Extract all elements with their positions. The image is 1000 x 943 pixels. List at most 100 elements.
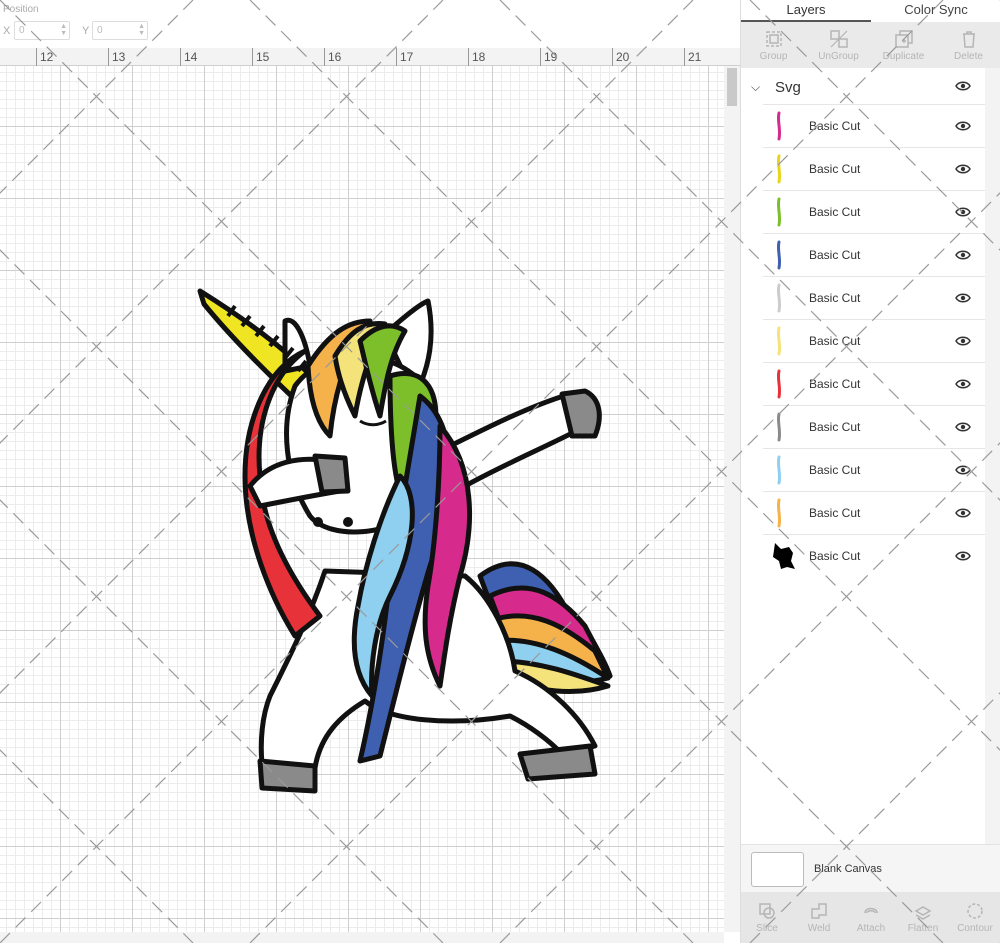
tool-label: Weld <box>807 923 831 934</box>
eye-icon[interactable] <box>955 292 971 304</box>
position-x-input[interactable]: 0 ▲ ▼ <box>14 21 70 40</box>
layer-row[interactable]: Basic Cut <box>763 147 985 190</box>
flatten-icon <box>914 906 932 920</box>
layer-thumbnail <box>776 240 782 270</box>
tool-label: Flatten <box>907 923 939 934</box>
tab-layers[interactable]: Layers <box>741 0 871 22</box>
tool-label: Delete <box>954 50 983 62</box>
unicorn-artwork[interactable] <box>190 276 620 796</box>
blank-canvas-label: Blank Canvas <box>814 863 882 875</box>
eye-icon[interactable] <box>955 550 971 562</box>
tool-label: UnGroup <box>818 50 859 62</box>
layer-thumbnail <box>776 455 782 485</box>
delete-button[interactable]: Delete <box>939 29 999 62</box>
layer-row[interactable]: Basic Cut <box>763 276 985 319</box>
attach-button[interactable]: Attach <box>846 901 896 934</box>
eye-icon[interactable] <box>955 421 971 433</box>
ruler-tick-label: 17 <box>400 50 414 64</box>
layer-thumbnail <box>776 498 782 528</box>
layer-row[interactable]: Basic Cut <box>763 190 985 233</box>
tab-color-sync[interactable]: Color Sync <box>871 0 1000 22</box>
layer-thumbnail <box>773 543 795 569</box>
layer-row[interactable]: Basic Cut <box>763 362 985 405</box>
layer-row[interactable]: Basic Cut <box>763 534 985 577</box>
contour-button[interactable]: Contour <box>950 901 1000 934</box>
ruler-tick-label: 19 <box>544 50 558 64</box>
layers-panel: Layers Color Sync Group UnGroup Duplicate De… <box>740 0 1000 943</box>
layer-name: Basic Cut <box>809 334 861 348</box>
layer-name: Basic Cut <box>809 205 861 219</box>
layer-name: Basic Cut <box>809 463 861 477</box>
duplicate-button[interactable]: Duplicate <box>874 29 934 62</box>
group-name: Svg <box>775 79 801 96</box>
ruler-tick <box>180 48 181 66</box>
delete-icon <box>962 30 975 48</box>
scroll-thumb[interactable] <box>727 68 737 106</box>
layer-name: Basic Cut <box>809 549 861 563</box>
panel-tabs: Layers Color Sync <box>741 0 1000 22</box>
layer-name: Basic Cut <box>809 119 861 133</box>
eye-icon[interactable] <box>955 249 971 261</box>
panel-scrollbar[interactable] <box>985 68 1000 844</box>
horizontal-ruler: 12 13 14 15 16 17 18 19 20 21 <box>0 48 740 66</box>
canvas-horizontal-scrollbar[interactable] <box>0 932 724 943</box>
layer-row[interactable]: Basic Cut <box>763 319 985 362</box>
layer-group-svg[interactable]: ⌵ Svg <box>741 68 985 104</box>
layer-name: Basic Cut <box>809 162 861 176</box>
layer-row[interactable]: Basic Cut <box>763 104 985 147</box>
layer-name: Basic Cut <box>809 420 861 434</box>
ruler-tick <box>36 48 37 66</box>
ruler-tick <box>468 48 469 66</box>
position-bar: Position X 0 ▲ ▼ Y 0 ▲ ▼ <box>0 0 740 48</box>
layer-name: Basic Cut <box>809 291 861 305</box>
ruler-tick <box>540 48 541 66</box>
position-title: Position <box>3 4 39 15</box>
ruler-tick <box>396 48 397 66</box>
layer-row[interactable]: Basic Cut <box>763 405 985 448</box>
eye-icon[interactable] <box>955 80 971 92</box>
group-button[interactable]: Group <box>744 29 804 62</box>
layer-thumbnail <box>776 197 782 227</box>
eye-icon[interactable] <box>955 378 971 390</box>
slice-icon <box>759 903 775 919</box>
duplicate-icon <box>894 29 913 48</box>
layer-thumbnail <box>776 154 782 184</box>
ruler-tick-label: 16 <box>328 50 342 64</box>
ruler-tick-label: 20 <box>616 50 630 64</box>
layer-row[interactable]: Basic Cut <box>763 491 985 534</box>
eye-icon[interactable] <box>955 335 971 347</box>
ruler-tick-label: 15 <box>256 50 270 64</box>
tool-label: Attach <box>856 923 886 934</box>
bottom-toolbar: Slice Weld Attach Flatten Contour <box>741 892 1000 943</box>
layer-thumbnail <box>776 283 782 313</box>
contour-icon <box>967 903 983 919</box>
eye-icon[interactable] <box>955 507 971 519</box>
tool-label: Slice <box>756 923 778 934</box>
layer-name: Basic Cut <box>809 248 861 262</box>
layer-name: Basic Cut <box>809 506 861 520</box>
flatten-button[interactable]: Flatten <box>898 901 948 934</box>
layer-row[interactable]: Basic Cut <box>763 233 985 276</box>
canvas-area[interactable]: Position X 0 ▲ ▼ Y 0 ▲ ▼ 12 13 14 15 16 17 18 19 20 2… <box>0 0 740 943</box>
ruler-tick <box>252 48 253 66</box>
blank-canvas-row[interactable]: Blank Canvas <box>741 844 1000 892</box>
eye-icon[interactable] <box>955 163 971 175</box>
ruler-tick <box>108 48 109 66</box>
ruler-tick <box>612 48 613 66</box>
weld-button[interactable]: Weld <box>794 901 844 934</box>
blank-canvas-swatch[interactable] <box>751 852 804 887</box>
canvas-vertical-scrollbar[interactable] <box>724 66 740 932</box>
eye-icon[interactable] <box>955 206 971 218</box>
eye-icon[interactable] <box>955 120 971 132</box>
ruler-tick-label: 12 <box>40 50 54 64</box>
tool-label: Contour <box>957 923 993 934</box>
design-grid[interactable] <box>0 66 724 943</box>
slice-button[interactable]: Slice <box>742 901 792 934</box>
chevron-down-icon[interactable]: ⌵ <box>751 80 760 95</box>
position-y-input[interactable]: 0 ▲ ▼ <box>92 21 148 40</box>
position-x-label: X <box>3 25 11 37</box>
ungroup-button[interactable]: UnGroup <box>809 29 869 62</box>
layer-row[interactable]: Basic Cut <box>763 448 985 491</box>
layer-thumbnail <box>776 111 782 141</box>
eye-icon[interactable] <box>955 464 971 476</box>
